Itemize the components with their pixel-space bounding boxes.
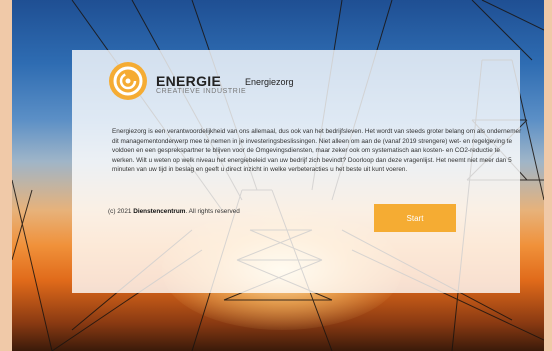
copyright-prefix: (c) 2021 [108, 208, 134, 215]
brand-name: ENERGIE [156, 73, 222, 89]
copyright-company: Dienstencentrum [133, 208, 186, 215]
background-photo: ENERGIE CREATIEVE INDUSTRIE Energiezorg … [12, 0, 544, 351]
brand-subtitle: CREATIEVE INDUSTRIE [156, 88, 247, 95]
copyright-text: (c) 2021 Dienstencentrum. All rights res… [108, 208, 240, 215]
start-button[interactable]: Start [374, 204, 456, 232]
swirl-logo-icon [109, 62, 147, 100]
page-title: Energiezorg [245, 77, 294, 87]
intro-text: Energiezorg is een verantwoordelijkheid … [112, 128, 522, 174]
intro-card: ENERGIE CREATIEVE INDUSTRIE Energiezorg … [72, 50, 522, 293]
copyright-suffix: . All rights reserved [185, 208, 240, 215]
